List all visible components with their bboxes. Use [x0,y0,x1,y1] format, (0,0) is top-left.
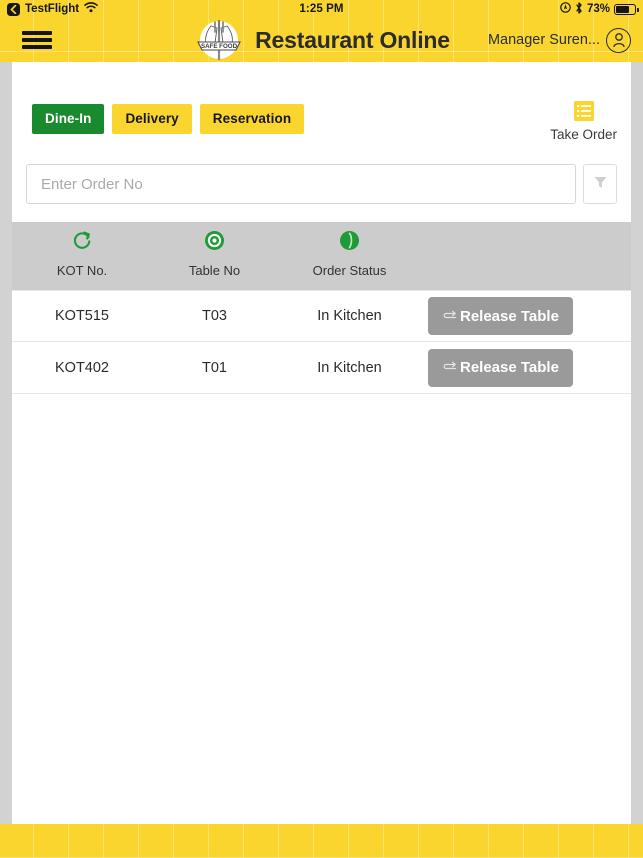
cell-kot-no: KOT402 [55,359,109,376]
table-row[interactable]: KOT402 T01 In Kitchen Release Table [12,342,631,394]
svg-text:SAFE FOOD: SAFE FOOD [201,43,238,50]
status-bar-clock: 1:25 PM [299,3,344,15]
target-circle-icon [204,230,225,256]
tab-reservation[interactable]: Reservation [199,104,305,134]
release-table-button-label: Release Table [460,359,559,376]
app-screen: TestFlight 1:25 PM 73% SAFE FOOD Restaur… [0,0,643,858]
refresh-circle-icon [72,230,93,256]
status-circle-icon [339,230,360,256]
right-gutter [631,62,643,824]
order-type-tabs: Dine-In Delivery Reservation [18,100,305,134]
release-table-button[interactable]: Release Table [428,348,573,387]
column-header-kot-no[interactable]: KOT No. [12,230,152,278]
column-header-order-status-label: Order Status [312,263,387,278]
content-panel: Dine-In Delivery Reservation Take Order … [12,62,631,824]
column-header-table-no[interactable]: Table No [152,230,277,278]
undo-arrow-icon [442,308,457,325]
column-header-table-no-label: Table No [188,263,241,278]
cell-order-status: In Kitchen [317,308,382,324]
cell-table-no: T01 [202,359,227,376]
undo-arrow-icon [442,359,457,376]
take-order-label: Take Order [550,127,617,142]
location-icon [560,2,571,16]
take-order-button[interactable]: Take Order [550,100,617,142]
app-header: SAFE FOOD Restaurant Online Manager Sure… [0,18,643,62]
safe-food-badge-logo: SAFE FOOD [193,14,245,66]
hamburger-menu-icon[interactable] [22,29,52,51]
tab-dine-in[interactable]: Dine-In [32,104,105,134]
status-bar: TestFlight 1:25 PM 73% [0,0,643,18]
column-header-order-status[interactable]: Order Status [277,230,422,278]
battery-icon [614,3,639,15]
cell-kot-no: KOT515 [55,308,109,324]
left-gutter [0,62,12,824]
filter-button[interactable] [583,164,617,204]
list-icon [573,100,595,122]
bottom-bar [0,824,643,858]
column-header-kot-no-label: KOT No. [56,263,108,278]
search-input[interactable] [26,164,576,204]
tabs-toolbar: Dine-In Delivery Reservation Take Order [12,62,631,142]
status-bar-right: 73% [560,1,639,17]
tab-delivery[interactable]: Delivery [112,104,192,134]
search-toolbar [12,142,631,204]
page-body: Dine-In Delivery Reservation Take Order … [0,62,643,824]
cell-table-no: T03 [202,308,227,324]
cell-actions: Release Table [422,348,631,387]
user-menu[interactable]: Manager Suren... [487,27,631,53]
cell-actions: Release Table [422,297,631,335]
user-name-label: Manager Suren... [487,32,600,48]
user-avatar-icon[interactable] [606,27,631,53]
release-table-button[interactable]: Release Table [428,297,573,335]
page-title: Restaurant Online [255,26,450,53]
bluetooth-icon [575,1,583,17]
table-header: KOT No. Table No Order Status [12,222,631,290]
orders-table-body: KOT515 T03 In Kitchen Release Table KOT4… [12,290,631,824]
cell-order-status: In Kitchen [317,359,382,376]
battery-percent-label: 73% [586,3,610,15]
release-table-button-label: Release Table [460,307,559,325]
filter-funnel-icon [593,175,608,193]
table-row[interactable]: KOT515 T03 In Kitchen Release Table [12,290,631,342]
